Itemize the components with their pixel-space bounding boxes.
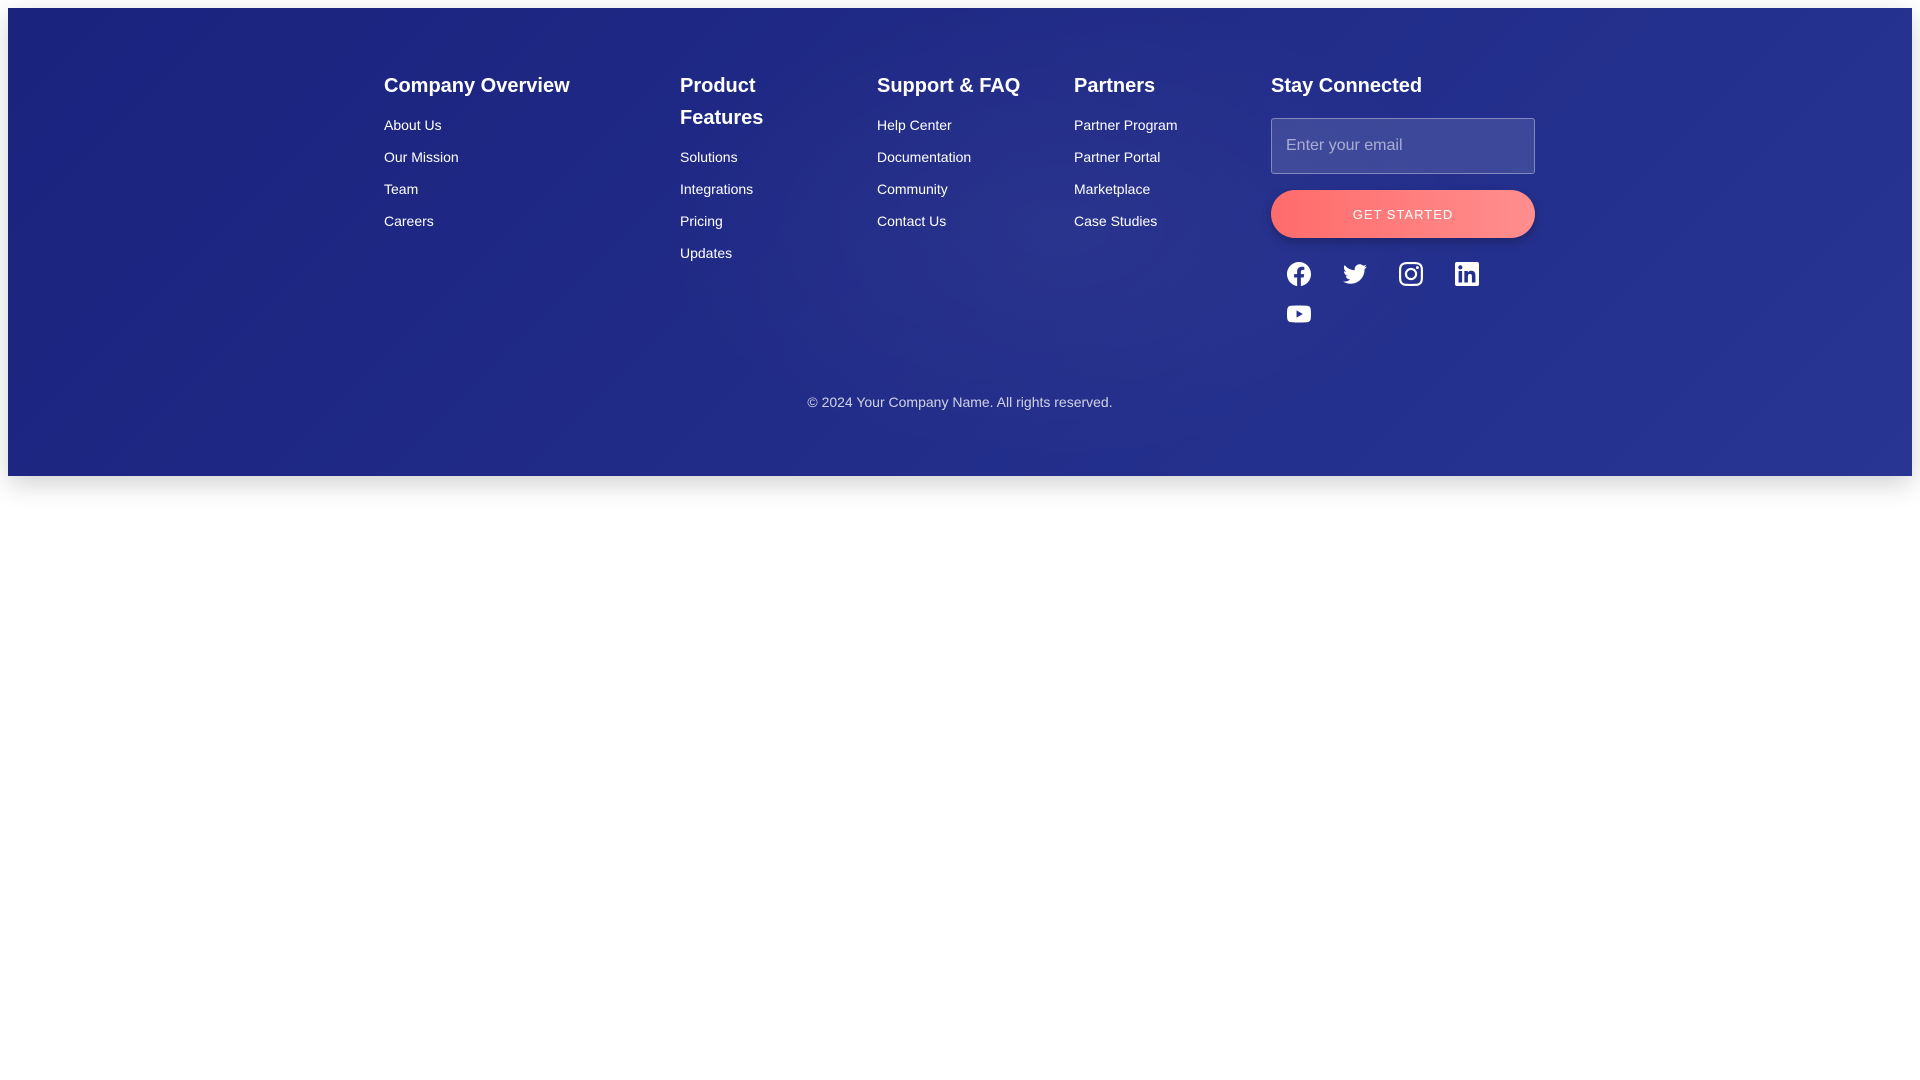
column-heading: Support & FAQ: [877, 75, 1021, 97]
footer-link-help-center[interactable]: Help Center: [877, 117, 952, 133]
link-list: Partner Program Partner Portal Marketpla…: [1074, 116, 1244, 230]
get-started-button[interactable]: GET STARTED: [1271, 190, 1535, 238]
youtube-icon[interactable]: [1285, 300, 1313, 328]
column-heading: Company Overview: [384, 75, 570, 97]
footer-link-marketplace[interactable]: Marketplace: [1074, 181, 1150, 197]
footer-link-our-mission[interactable]: Our Mission: [384, 149, 459, 165]
footer-column-support: Support & FAQ Help Center Documentation …: [877, 70, 1047, 244]
footer-link-about-us[interactable]: About Us: [384, 117, 442, 133]
column-heading: Stay Connected: [1271, 75, 1423, 97]
column-heading: Partners: [1074, 75, 1156, 97]
instagram-icon[interactable]: [1397, 260, 1425, 288]
footer-link-partner-program[interactable]: Partner Program: [1074, 117, 1177, 133]
site-footer: Company Overview About Us Our Mission Te…: [8, 8, 1912, 476]
column-heading: Product Features: [680, 75, 764, 129]
footer-link-solutions[interactable]: Solutions: [680, 149, 738, 165]
footer-link-team[interactable]: Team: [384, 181, 418, 197]
email-input[interactable]: [1271, 118, 1535, 174]
footer-link-contact-us[interactable]: Contact Us: [877, 213, 946, 229]
footer-column-company: Company Overview About Us Our Mission Te…: [384, 70, 644, 244]
footer-link-integrations[interactable]: Integrations: [680, 181, 753, 197]
link-list: About Us Our Mission Team Careers: [384, 116, 644, 230]
footer-column-newsletter: Stay Connected GET STARTED: [1271, 70, 1537, 340]
footer-link-documentation[interactable]: Documentation: [877, 149, 971, 165]
footer-link-case-studies[interactable]: Case Studies: [1074, 213, 1157, 229]
footer-column-partners: Partners Partner Program Partner Portal …: [1074, 70, 1244, 244]
footer-link-pricing[interactable]: Pricing: [680, 213, 723, 229]
footer-column-product: Product Features Solutions Integrations …: [680, 70, 830, 276]
facebook-icon[interactable]: [1285, 260, 1313, 288]
social-links: [1271, 260, 1511, 340]
linkedin-icon[interactable]: [1453, 260, 1481, 288]
twitter-icon[interactable]: [1341, 260, 1369, 288]
link-list: Solutions Integrations Pricing Updates: [680, 148, 830, 262]
footer-link-community[interactable]: Community: [877, 181, 948, 197]
footer-link-careers[interactable]: Careers: [384, 213, 434, 229]
link-list: Help Center Documentation Community Cont…: [877, 116, 1047, 230]
footer-link-partner-portal[interactable]: Partner Portal: [1074, 149, 1160, 165]
copyright-text: © 2024 Your Company Name. All rights res…: [807, 394, 1113, 410]
footer-link-updates[interactable]: Updates: [680, 245, 732, 261]
